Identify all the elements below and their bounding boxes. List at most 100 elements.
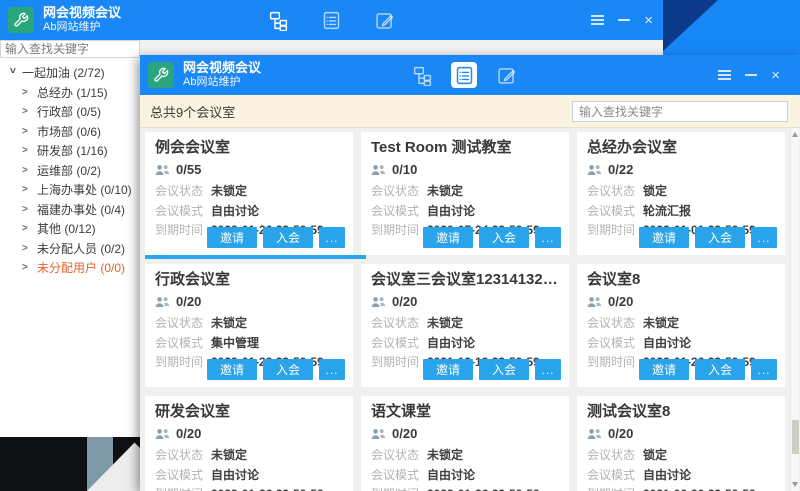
more-button[interactable]: ... [535,227,561,248]
scrollbar-thumb[interactable] [792,420,799,454]
room-search-input[interactable] [572,101,788,122]
scroll-up-arrow[interactable] [792,132,798,137]
status-value: 未锁定 [211,314,247,331]
sidebar-search-input[interactable] [0,40,140,58]
mode-value: 自由讨论 [643,466,691,483]
org-chart-icon[interactable] [410,62,434,88]
chevron-right-icon[interactable]: > [22,184,32,195]
minimize-icon[interactable] [618,19,630,21]
more-button[interactable]: ... [319,359,345,380]
people-icon [371,296,386,308]
vertical-scrollbar[interactable] [790,128,799,491]
chevron-right-icon[interactable]: > [22,87,32,98]
app-subtitle: Ab网站维护 [183,76,261,90]
join-button[interactable]: 入会 [263,359,313,380]
chevron-right-icon[interactable]: > [22,262,32,273]
compose-icon[interactable] [372,7,396,33]
main-window-controls: × [591,0,653,40]
more-button[interactable]: ... [535,359,561,380]
tree-item[interactable]: > 运维部 (0/2) [0,161,140,181]
people-icon [155,296,170,308]
minimize-icon[interactable] [745,74,757,76]
chevron-right-icon[interactable]: > [22,126,32,137]
invite-button[interactable]: 邀请 [639,227,689,248]
room-capacity: 0/10 [392,162,417,177]
chevron-right-icon[interactable]: > [22,145,32,156]
chevron-right-icon[interactable]: > [22,106,32,117]
chevron-right-icon[interactable]: > [22,223,32,234]
room-name: 例会会议室 [155,137,343,158]
room-list-icon-active[interactable] [451,62,477,88]
tree-item[interactable]: > 一起加油 (2/72) [0,63,140,83]
tree-item[interactable]: > 福建办事处 (0/4) [0,200,140,220]
org-chart-icon[interactable] [266,7,290,33]
chevron-right-icon[interactable]: > [22,204,32,215]
status-label: 会议状态 [371,446,427,463]
more-button[interactable]: ... [751,359,777,380]
org-sidebar: > 一起加油 (2/72) > 总经办 (1/15) > 行政部 (0/5) >… [0,40,140,437]
join-button[interactable]: 入会 [479,227,529,248]
close-icon[interactable]: × [771,68,780,83]
menu-icon[interactable] [718,70,731,80]
mode-label: 会议模式 [587,202,643,219]
more-button[interactable]: ... [751,227,777,248]
wrench-icon [8,7,34,33]
status-value: 未锁定 [211,446,247,463]
wrench-icon [148,62,174,88]
card-buttons: 邀请 入会 ... [207,227,345,248]
invite-button[interactable]: 邀请 [207,359,257,380]
card-buttons: 邀请 入会 ... [639,227,777,248]
join-button[interactable]: 入会 [695,359,745,380]
tree-item[interactable]: > 研发部 (1/16) [0,141,140,161]
app-subtitle: Ab网站维护 [43,21,121,35]
mode-row: 会议模式 自由讨论 [371,334,559,350]
join-button[interactable]: 入会 [479,359,529,380]
invite-button[interactable]: 邀请 [639,359,689,380]
tree-item[interactable]: > 总经办 (1/15) [0,83,140,103]
mode-label: 会议模式 [371,334,427,351]
tree-item[interactable]: > 行政部 (0/5) [0,102,140,122]
room-name: 总经办会议室 [587,137,775,158]
status-label: 会议状态 [587,314,643,331]
tree-item-label: 市场部 (0/6) [37,123,101,140]
tree-item-label: 未分配人员 (0/2) [37,240,125,257]
invite-button[interactable]: 邀请 [207,227,257,248]
menu-icon[interactable] [591,15,604,25]
status-label: 会议状态 [587,446,643,463]
room-list-icon[interactable] [319,7,343,33]
app-title: 网会视频会议 [43,5,121,21]
desktop: 网会视频会议 Ab网站维护 × [0,0,800,491]
scroll-down-arrow[interactable] [792,482,798,487]
close-icon[interactable]: × [644,13,653,28]
room-name: 会议室三会议室123141324141三会... [371,269,559,290]
tree-item-label: 一起加油 (2/72) [22,64,105,81]
tree-item[interactable]: > 其他 (0/12) [0,219,140,239]
chevron-right-icon[interactable]: > [7,68,18,78]
chevron-right-icon[interactable]: > [22,165,32,176]
mode-label: 会议模式 [371,466,427,483]
mode-label: 会议模式 [587,466,643,483]
tree-item-label: 上海办事处 (0/10) [37,181,132,198]
status-label: 会议状态 [155,314,211,331]
invite-button[interactable]: 邀请 [423,227,473,248]
chevron-right-icon[interactable]: > [22,243,32,254]
mode-row: 会议模式 自由讨论 [587,334,775,350]
invite-button[interactable]: 邀请 [423,359,473,380]
selected-card-indicator [145,255,366,259]
join-button[interactable]: 入会 [695,227,745,248]
more-button[interactable]: ... [319,227,345,248]
compose-icon[interactable] [494,62,518,88]
join-button[interactable]: 入会 [263,227,313,248]
mode-value: 集中管理 [211,334,259,351]
tree-item-label: 行政部 (0/5) [37,103,101,120]
room-card: 测试会议室8 0/20 会议状态 锁定 会议模式 自由讨论 到期时间 2021-… [577,396,785,491]
tree-item[interactable]: > 未分配人员 (0/2) [0,239,140,259]
status-value: 锁定 [643,182,667,199]
tree-item[interactable]: > 未分配用户 (0/0) [0,258,140,278]
room-name: 研发会议室 [155,401,343,422]
room-capacity: 0/20 [176,426,201,441]
status-value: 未锁定 [427,182,463,199]
mode-label: 会议模式 [155,466,211,483]
tree-item[interactable]: > 上海办事处 (0/10) [0,180,140,200]
tree-item[interactable]: > 市场部 (0/6) [0,122,140,142]
